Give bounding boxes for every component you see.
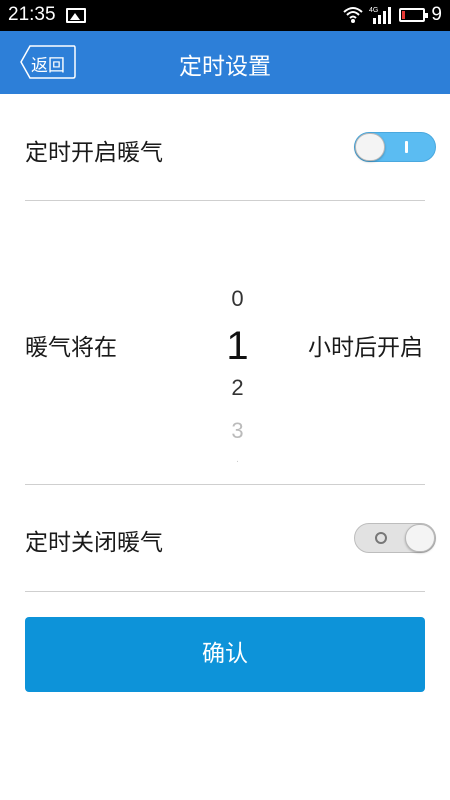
timer-on-toggle[interactable] [354, 132, 436, 162]
countdown-prefix: 暖气将在 [25, 335, 117, 361]
divider [25, 200, 425, 201]
timer-off-toggle[interactable] [354, 523, 436, 553]
picker-option[interactable]: 3 [200, 418, 275, 444]
wifi-icon [343, 7, 364, 23]
page-title: 定时设置 [179, 54, 271, 80]
toggle-knob [405, 524, 435, 552]
toggle-knob [355, 133, 385, 161]
picker-option[interactable]: 0 [200, 286, 275, 312]
signal-icon: 4G [369, 7, 392, 24]
status-time: 21:35 [8, 4, 56, 25]
divider [25, 484, 425, 485]
timer-off-label: 定时关闭暖气 [25, 530, 163, 556]
status-icons: 4G 9 [343, 4, 442, 26]
image-icon [66, 8, 86, 23]
picker-fade-dot: · [235, 456, 240, 467]
picker-option[interactable]: 2 [200, 375, 275, 401]
confirm-button[interactable]: 确认 [25, 617, 425, 692]
title-bar: 返回 定时设置 [0, 31, 450, 94]
toggle-off-mark-icon [375, 532, 387, 544]
network-type: 4G [369, 7, 378, 14]
timer-on-label: 定时开启暖气 [25, 140, 163, 166]
status-bar: 21:35 4G 9 [0, 0, 450, 31]
picker-option-selected[interactable]: 1 [200, 324, 275, 369]
battery-level: 9 [431, 4, 442, 25]
hour-picker[interactable]: 0 1 2 3 · [200, 280, 275, 470]
countdown-suffix: 小时后开启 [308, 335, 423, 361]
battery-icon [399, 8, 429, 22]
toggle-on-mark-icon [405, 141, 408, 153]
divider [25, 591, 425, 592]
